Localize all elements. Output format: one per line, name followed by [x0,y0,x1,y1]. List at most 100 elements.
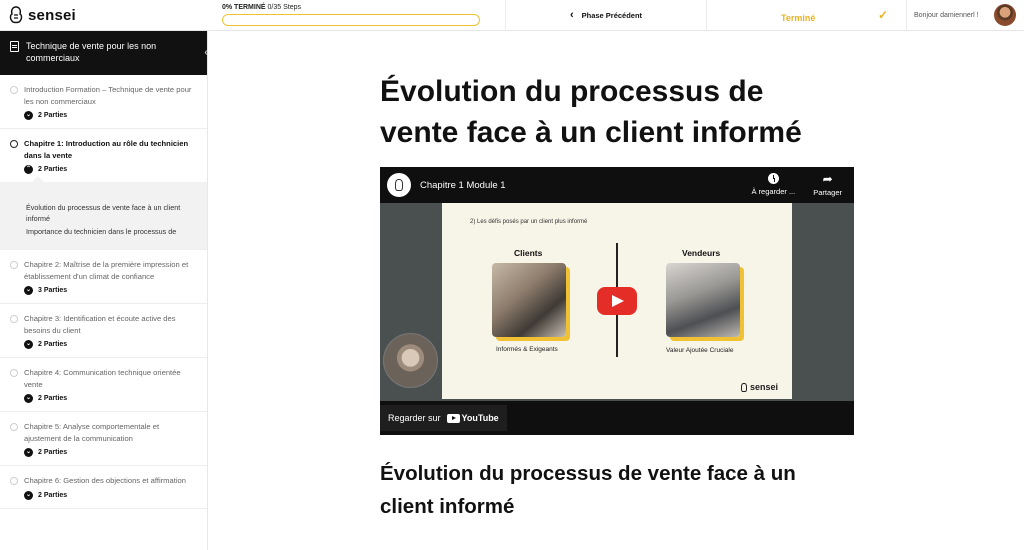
status-circle-icon [10,140,18,148]
video-actions: À regarder ... ➦ Partager [751,173,842,197]
chevron-down-icon: ⌄ [24,490,33,500]
lesson-title: Chapitre 5: Analyse comportementale et a… [24,422,160,443]
lesson-title: Chapitre 4: Communication technique orie… [24,368,181,389]
lesson-title: Chapitre 3: Identification et écoute act… [24,314,176,335]
section-heading: Évolution du processus de vente face à u… [380,462,796,518]
lesson-title: Chapitre 1: Introduction au rôle du tech… [24,139,189,160]
status-circle-icon [10,477,18,485]
lesson-title: Introduction Formation – Technique de ve… [24,85,192,106]
youtube-word: YouTube [461,413,499,423]
check-icon: ✓ [877,8,888,22]
slide-question: 2) Les défis posés par un client plus in… [470,219,588,225]
sensei-logo-icon [9,6,23,24]
lesson-item[interactable]: Introduction Formation – Technique de ve… [0,75,207,129]
progress-bar [222,14,480,26]
vendeurs-heading: Vendeurs [682,248,721,258]
presenter-avatar [383,333,438,388]
complete-label: Terminé [781,12,816,23]
lesson-item[interactable]: Chapitre 5: Analyse comportementale et a… [0,412,207,466]
collapse-sidebar-button[interactable]: ‹ [199,44,207,62]
chevron-down-icon: ⌄ [24,340,33,349]
course-header: Technique de vente pour les non commerci… [0,31,207,75]
lesson-parts-toggle[interactable]: ⌄ 2 Parties [24,490,197,500]
parts-count: 3 Parties [38,287,68,294]
lesson-parts-toggle[interactable]: ⌄ 3 Parties [24,286,197,295]
pointer-triangle [32,176,44,182]
status-circle-icon [10,86,18,94]
lesson-item[interactable]: Chapitre 6: Gestion des objections et af… [0,466,207,509]
main-content: Évolution du processus de vente face à u… [208,31,1024,550]
sub-lesson-item[interactable]: Importance du technicien dans le process… [26,226,197,237]
sub-lesson-title: Évolution du processus de vente face à u… [26,203,181,223]
lesson-item[interactable]: Chapitre 3: Identification et écoute act… [0,304,207,358]
clients-photo [492,263,566,337]
video-title[interactable]: Chapitre 1 Module 1 [420,180,506,191]
chevron-down-icon: ⌄ [24,448,33,457]
watch-later-button[interactable]: À regarder ... [751,173,795,197]
brand-logo[interactable]: sensei [0,0,208,30]
book-icon [10,41,19,52]
lesson-parts-toggle[interactable]: ⌄ 2 Parties [24,111,197,120]
share-button[interactable]: ➦ Partager [813,173,842,197]
lesson-item-active[interactable]: Chapitre 1: Introduction au rôle du tech… [0,129,207,182]
course-sidebar: Technique de vente pour les non commerci… [0,31,208,550]
brand-name: sensei [28,6,76,24]
chevron-down-icon: ⌄ [24,286,33,295]
lesson-parts-toggle[interactable]: ⌄ 2 Parties [24,340,197,349]
video-bottom-bar: Regarder sur YouTube [380,401,854,435]
clock-icon [767,173,779,184]
lesson-title: Chapitre 2: Maîtrise de la première impr… [24,260,189,281]
previous-phase-button[interactable]: ‹ Phase Précédent [505,0,707,30]
course-title: Technique de vente pour les non commerci… [26,41,157,63]
clients-heading: Clients [514,248,543,258]
parts-count: 2 Parties [38,341,68,348]
progress-steps: 0/35 Steps [267,4,301,11]
previous-phase-label: Phase Précédent [581,10,643,20]
parts-count: 2 Parties [38,449,68,456]
play-button[interactable] [597,287,637,315]
lesson-item[interactable]: Chapitre 2: Maîtrise de la première impr… [0,250,207,304]
sensei-logo-icon [740,382,747,392]
video-player[interactable]: Chapitre 1 Module 1 À regarder ... ➦ Par… [380,167,854,435]
mark-complete-button[interactable]: Terminé ✓ [707,0,907,30]
status-circle-icon [10,369,18,377]
watch-on-youtube-button[interactable]: Regarder sur YouTube [380,405,507,431]
channel-avatar[interactable] [387,173,411,197]
slide-logo-text: sensei [749,382,778,392]
slide-logo: sensei [740,382,778,392]
status-circle-icon [10,261,18,269]
parts-count: 2 Parties [38,395,68,402]
clients-caption: Informés & Exigeants [496,346,558,353]
progress-percent: 0% TERMINÉ [222,4,266,11]
chevron-down-icon: ⌄ [24,111,33,120]
sensei-logo-icon [395,179,403,191]
lesson-parts-toggle[interactable]: ⌄ 2 Parties [24,448,197,457]
sub-lesson-title: Importance du technicien dans le process… [26,227,177,236]
lesson-parts-toggle[interactable]: ⌄ 2 Parties [24,394,197,403]
youtube-logo: YouTube [446,413,499,423]
course-progress: 0% TERMINÉ 0/35 Steps [208,0,505,30]
watch-on-label: Regarder sur [388,413,441,423]
parts-count: 2 Parties [38,112,68,119]
top-bar: sensei 0% TERMINÉ 0/35 Steps ‹ Phase Pré… [0,0,1024,31]
avatar[interactable] [994,4,1016,26]
sub-lesson-item[interactable]: Évolution du processus de vente face à u… [26,202,197,224]
parts-count: 2 Parties [38,166,68,173]
watch-later-label: À regarder ... [751,187,796,196]
vendeurs-caption: Valeur Ajoutée Cruciale [666,347,734,354]
share-label: Partager [813,188,842,197]
chevron-left-icon: ‹ [569,9,574,21]
status-circle-icon [10,423,18,431]
page-title: Évolution du processus de vente face à u… [380,75,802,149]
lesson-item[interactable]: Chapitre 4: Communication technique orie… [0,358,207,412]
status-circle-icon [10,315,18,323]
lesson-parts-toggle[interactable]: ⌃ 2 Parties [24,165,197,174]
vendeurs-photo [666,263,740,337]
video-header: Chapitre 1 Module 1 À regarder ... ➦ Par… [380,167,854,203]
lesson-title: Chapitre 6: Gestion des objections et af… [24,476,186,485]
share-arrow-icon: ➦ [822,172,833,186]
lesson-sub-list: Évolution du processus de vente face à u… [0,176,207,250]
user-menu[interactable]: Bonjour damiennerl ! [907,0,1024,30]
chevron-up-icon: ⌃ [24,165,33,174]
progress-text: 0% TERMINÉ 0/35 Steps [222,4,505,11]
